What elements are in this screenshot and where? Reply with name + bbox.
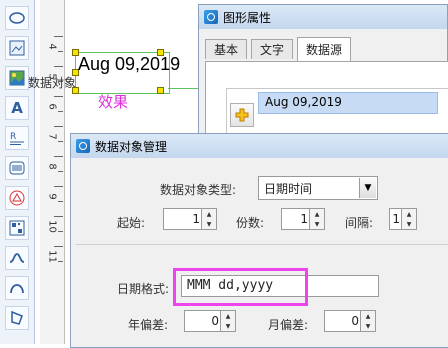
spin-down-icon[interactable]: ▼ <box>360 321 375 331</box>
vertical-ruler: 4 5 6 7 8 9 10 11 <box>40 0 65 344</box>
ruler-label: 11 <box>46 250 58 263</box>
ruler-tick <box>58 231 63 232</box>
svg-text:R: R <box>10 132 16 142</box>
type-select[interactable]: 日期时间 ▼ <box>258 176 378 200</box>
month-offset-stepper[interactable]: 0 ▲ ▼ <box>324 310 376 332</box>
ellipse-icon[interactable] <box>5 6 29 30</box>
spin-down-icon[interactable]: ▼ <box>220 321 235 331</box>
ruler-tick <box>54 66 63 67</box>
curve-icon[interactable] <box>5 246 29 270</box>
interval-stepper[interactable]: 1 ▲ ▼ <box>389 208 417 230</box>
format-highlight-box <box>173 268 308 306</box>
polygon-icon[interactable] <box>5 306 29 330</box>
year-offset-value: 0 <box>211 314 219 328</box>
ruler-tick <box>54 36 63 37</box>
data-object-item[interactable]: Aug 09,2019 <box>258 92 438 114</box>
type-select-value: 日期时间 <box>264 182 313 196</box>
year-offset-stepper[interactable]: 0 ▲ ▼ <box>184 310 236 332</box>
tab-text[interactable]: 文字 <box>251 39 294 59</box>
copies-value: 1 <box>300 212 308 226</box>
ruler-tick <box>58 171 63 172</box>
ruler-tick <box>54 156 63 157</box>
ruler-tick <box>58 261 63 262</box>
date-text-object[interactable]: Aug 09,2019 <box>78 54 180 75</box>
month-offset-value: 0 <box>351 314 359 328</box>
barcode-icon[interactable] <box>5 156 29 180</box>
dialog-titlebar[interactable]: 图形属性 <box>199 5 447 29</box>
ruler-label: 6 <box>46 103 58 110</box>
format-label: 日期格式: <box>117 282 170 296</box>
dialog-title: 图形属性 <box>223 10 272 25</box>
copies-label: 份数: <box>236 216 265 230</box>
spin-down-icon[interactable]: ▼ <box>401 219 416 229</box>
interval-label: 间隔: <box>345 216 374 230</box>
ruler-label: 8 <box>46 163 58 170</box>
ruler-label: 4 <box>46 43 58 50</box>
app-icon <box>204 10 218 24</box>
ruler-tick <box>58 201 63 202</box>
type-label: 数据对象类型: <box>160 183 237 197</box>
interval-value: 1 <box>392 212 400 226</box>
spin-down-icon[interactable]: ▼ <box>309 219 324 229</box>
ruler-tick <box>54 126 63 127</box>
resize-handle[interactable] <box>157 87 164 94</box>
start-label: 起始: <box>117 216 146 230</box>
text-icon[interactable]: A <box>5 96 29 120</box>
ruler-tick <box>54 216 63 217</box>
ruler-tick <box>58 51 63 52</box>
dialog-title: 数据对象管理 <box>95 139 168 154</box>
year-offset-label: 年偏差: <box>128 318 169 332</box>
tool-palette: A R <box>0 0 35 344</box>
data-object-manager-dialog: 数据对象管理 <box>70 133 448 348</box>
month-offset-label: 月偏差: <box>268 318 309 332</box>
stamp-icon[interactable] <box>5 186 29 210</box>
tab-bar: 基本 文字 数据源 <box>205 37 447 61</box>
app-icon <box>76 139 90 153</box>
start-stepper[interactable]: 1 ▲ ▼ <box>163 208 217 230</box>
arc-icon[interactable] <box>5 276 29 300</box>
add-icon <box>235 108 249 122</box>
ruler-tick <box>54 246 63 247</box>
ruler-tick <box>58 141 63 142</box>
data-object-label: 数据对象 <box>28 76 77 90</box>
ruler-label: 9 <box>46 193 58 200</box>
start-value: 1 <box>192 212 200 226</box>
ruler-tick <box>54 186 63 187</box>
image-frame-icon[interactable] <box>5 36 29 60</box>
ruler-label: 7 <box>46 133 58 140</box>
separator <box>76 244 448 245</box>
tab-basic[interactable]: 基本 <box>205 39 248 59</box>
ruler-label: 10 <box>46 220 58 233</box>
ruler-tick <box>58 111 63 112</box>
picture-icon[interactable] <box>5 66 29 90</box>
dialog-titlebar[interactable]: 数据对象管理 <box>71 134 448 158</box>
effect-annotation: 效果 <box>98 93 129 111</box>
qrcode-icon[interactable] <box>5 216 29 240</box>
chevron-down-icon[interactable]: ▼ <box>359 178 376 198</box>
spin-down-icon[interactable]: ▼ <box>201 219 216 229</box>
tab-data-source[interactable]: 数据源 <box>297 37 352 61</box>
rich-text-icon[interactable]: R <box>5 126 29 150</box>
add-data-object-button[interactable] <box>230 103 254 127</box>
ruler-tick <box>54 96 63 97</box>
copies-stepper[interactable]: 1 ▲ ▼ <box>281 208 325 230</box>
